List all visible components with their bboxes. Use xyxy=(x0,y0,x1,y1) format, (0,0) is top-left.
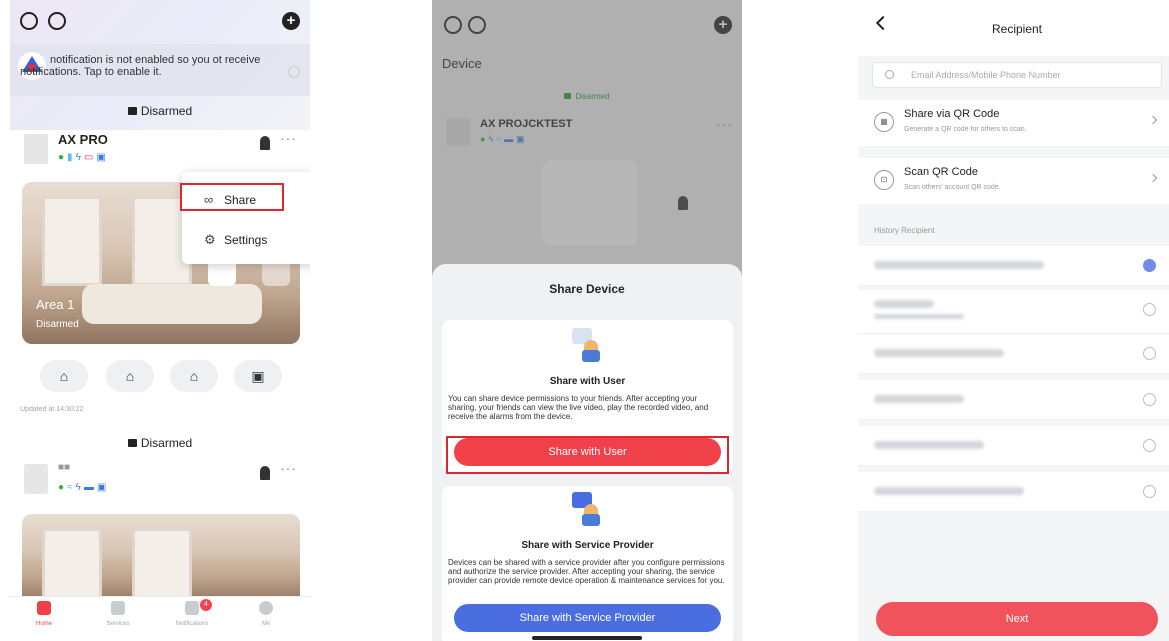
updated-time: Updated at 14:30:22 xyxy=(20,406,84,413)
history-label: History Recipient xyxy=(874,226,935,235)
chevron-right-icon xyxy=(1148,173,1158,183)
search-placeholder: Email Address/Mobile Phone Number xyxy=(911,70,1061,80)
stay-arm-button[interactable]: ⌂ xyxy=(106,360,154,392)
radio[interactable] xyxy=(1143,439,1156,452)
highlight-box xyxy=(446,436,729,474)
bell-icon xyxy=(185,601,199,615)
history-row[interactable] xyxy=(858,334,1169,374)
device-name: AX PRO xyxy=(58,132,108,147)
more-icon[interactable]: ··· xyxy=(280,130,297,146)
tab-notifications[interactable]: 4 Notifications xyxy=(162,599,222,627)
room-image xyxy=(42,196,102,286)
sheet-title: Share Device xyxy=(549,282,625,296)
person-icon xyxy=(259,601,273,615)
radio-selected[interactable] xyxy=(1143,259,1156,272)
siren-icon[interactable] xyxy=(260,466,270,480)
arm-status: Disarmed xyxy=(10,104,310,118)
tab-me[interactable]: Me xyxy=(236,601,296,627)
recipient-screen: Recipient Email Address/Mobile Phone Num… xyxy=(858,0,1169,641)
provider-share-illustration xyxy=(572,492,606,528)
device-list-screen: + notification is not enabled so you ot … xyxy=(10,0,310,641)
circle-icon[interactable] xyxy=(48,12,66,30)
next-button[interactable]: Next xyxy=(876,602,1158,636)
blurred-recipient xyxy=(874,349,1004,357)
radio[interactable] xyxy=(1143,485,1156,498)
radio[interactable] xyxy=(1143,393,1156,406)
heart-icon xyxy=(111,601,125,615)
home-indicator xyxy=(532,636,642,640)
device-status-icons: ●▮ϟ▭▣ xyxy=(58,152,109,163)
area-status: Disarmed xyxy=(36,319,79,330)
device-name: ■■ xyxy=(58,462,71,473)
blurred-recipient xyxy=(874,261,1044,269)
recipient-search[interactable]: Email Address/Mobile Phone Number xyxy=(872,62,1162,88)
illus-body xyxy=(582,350,600,362)
device-row-2[interactable]: ■■ ●≈ϟ▬▣ ··· xyxy=(24,460,304,502)
share-sheet: Share Device Share with User You can sha… xyxy=(432,264,742,641)
blurred-recipient xyxy=(874,487,1024,495)
device-thumbnail xyxy=(24,134,48,164)
close-icon[interactable] xyxy=(288,66,300,78)
page-title: Recipient xyxy=(991,22,1043,36)
arm-status-2: Disarmed xyxy=(10,436,310,450)
blurred-recipient xyxy=(874,300,934,308)
room-image-window xyxy=(132,528,192,604)
scan-icon: ⊡ xyxy=(874,170,894,190)
notification-text: notification is not enabled so you ot re… xyxy=(20,54,261,78)
device-row[interactable]: AX PRO ●▮ϟ▭▣ ··· xyxy=(24,130,304,172)
tab-bar: Home Services 4 Notifications Me xyxy=(10,596,310,641)
clear-alarm-button[interactable]: ▣ xyxy=(234,360,282,392)
blurred-recipient xyxy=(874,441,984,449)
blurred-recipient xyxy=(874,395,964,403)
scan-qr-row[interactable]: ⊡ Scan QR Code Scan others' account QR c… xyxy=(858,158,1169,204)
share-via-qr-row[interactable]: ▦ Share via QR Code Generate a QR code f… xyxy=(858,100,1169,146)
disarm-button[interactable]: ⌂ xyxy=(170,360,218,392)
header: Recipient xyxy=(858,0,1169,56)
siren-icon[interactable] xyxy=(260,136,270,150)
search-icon xyxy=(885,70,894,79)
add-device-icon[interactable]: + xyxy=(282,12,300,30)
more-icon[interactable]: ··· xyxy=(280,460,297,476)
user-share-illustration xyxy=(572,328,606,364)
highlight-box xyxy=(180,183,284,211)
share-device-screen: + Device Disarmed AX PROJCKTEST ●ϟ≈▬▣ ··… xyxy=(432,0,742,641)
card-description: You can share device permissions to your… xyxy=(448,394,709,421)
area-card-2[interactable] xyxy=(22,514,300,604)
history-row[interactable] xyxy=(858,290,1169,334)
qr-code-icon: ▦ xyxy=(874,112,894,132)
illus-body xyxy=(582,514,600,526)
history-row[interactable] xyxy=(858,380,1169,420)
notification-badge: 4 xyxy=(200,599,212,611)
history-row[interactable] xyxy=(858,472,1169,512)
chevron-right-icon xyxy=(1148,115,1158,125)
lock-icon xyxy=(127,439,137,447)
history-row[interactable] xyxy=(858,426,1169,466)
gear-icon: ⚙ xyxy=(204,232,216,247)
tab-services[interactable]: Services xyxy=(88,601,148,627)
history-row[interactable] xyxy=(858,246,1169,286)
card-description: Devices can be shared with a service pro… xyxy=(448,558,725,585)
blurred-recipient-sub xyxy=(874,314,964,319)
away-arm-button[interactable]: ⌂ xyxy=(40,360,88,392)
radio[interactable] xyxy=(1143,347,1156,360)
card-title: Share with User xyxy=(549,376,626,387)
area-name: Area 1 xyxy=(36,297,75,312)
device-thumbnail xyxy=(24,464,48,494)
device-status-icons: ●≈ϟ▬▣ xyxy=(58,482,110,493)
tab-home[interactable]: Home xyxy=(14,601,74,627)
card-title: Share with Service Provider xyxy=(521,540,654,551)
notification-banner[interactable]: notification is not enabled so you ot re… xyxy=(10,44,310,96)
home-icon xyxy=(37,601,51,615)
room-image-sofa xyxy=(82,284,262,324)
room-image xyxy=(42,528,102,604)
menu-item-settings[interactable]: ⚙ Settings xyxy=(182,224,310,254)
radio[interactable] xyxy=(1143,303,1156,316)
share-with-provider-button[interactable]: Share with Service Provider xyxy=(454,604,721,632)
play-history-icon[interactable] xyxy=(20,12,38,30)
lock-icon xyxy=(127,107,137,115)
